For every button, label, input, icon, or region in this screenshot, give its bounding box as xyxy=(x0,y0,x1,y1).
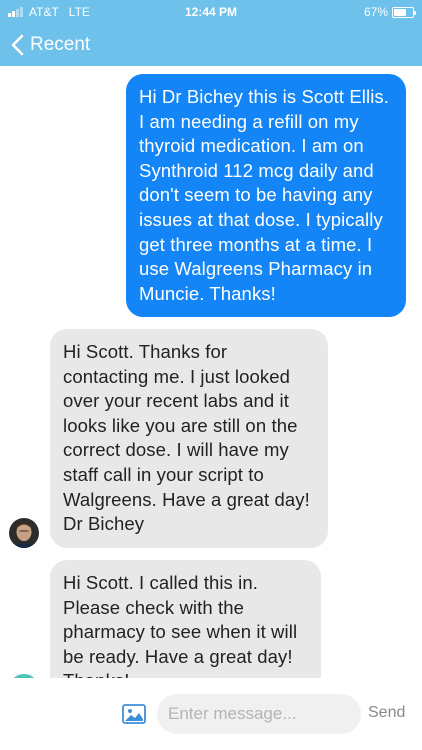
outgoing-message-bubble: Hi Dr Bichey this is Scott Ellis. I am n… xyxy=(126,74,406,317)
carrier-info: AT&T LTE xyxy=(8,5,90,19)
doctor-photo-icon xyxy=(9,518,39,548)
carrier-name: AT&T xyxy=(29,5,59,19)
battery-level xyxy=(394,8,407,16)
message-input[interactable] xyxy=(157,694,361,734)
signal-strength-icon xyxy=(8,7,23,17)
battery-icon xyxy=(392,6,416,18)
message-composer: Send xyxy=(0,678,422,750)
nav-bar: Recent xyxy=(0,24,422,66)
incoming-message-bubble: Hi Scott. I called this in. Please check… xyxy=(50,560,321,678)
back-label: Recent xyxy=(30,34,91,55)
send-button[interactable]: Send xyxy=(368,704,405,722)
status-bar: AT&T LTE 12:44 PM 67% xyxy=(0,0,422,24)
chevron-left-icon xyxy=(11,34,24,56)
network-type: LTE xyxy=(68,5,90,19)
incoming-message-bubble: Hi Scott. Thanks for contacting me. I ju… xyxy=(50,329,328,548)
message-thread[interactable]: Hi Dr Bichey this is Scott Ellis. I am n… xyxy=(0,66,422,678)
battery-status: 67% xyxy=(363,5,416,19)
battery-percent: 67% xyxy=(363,5,388,19)
image-icon[interactable] xyxy=(122,704,146,724)
avatar xyxy=(9,518,39,548)
back-button[interactable]: Recent xyxy=(10,34,90,56)
